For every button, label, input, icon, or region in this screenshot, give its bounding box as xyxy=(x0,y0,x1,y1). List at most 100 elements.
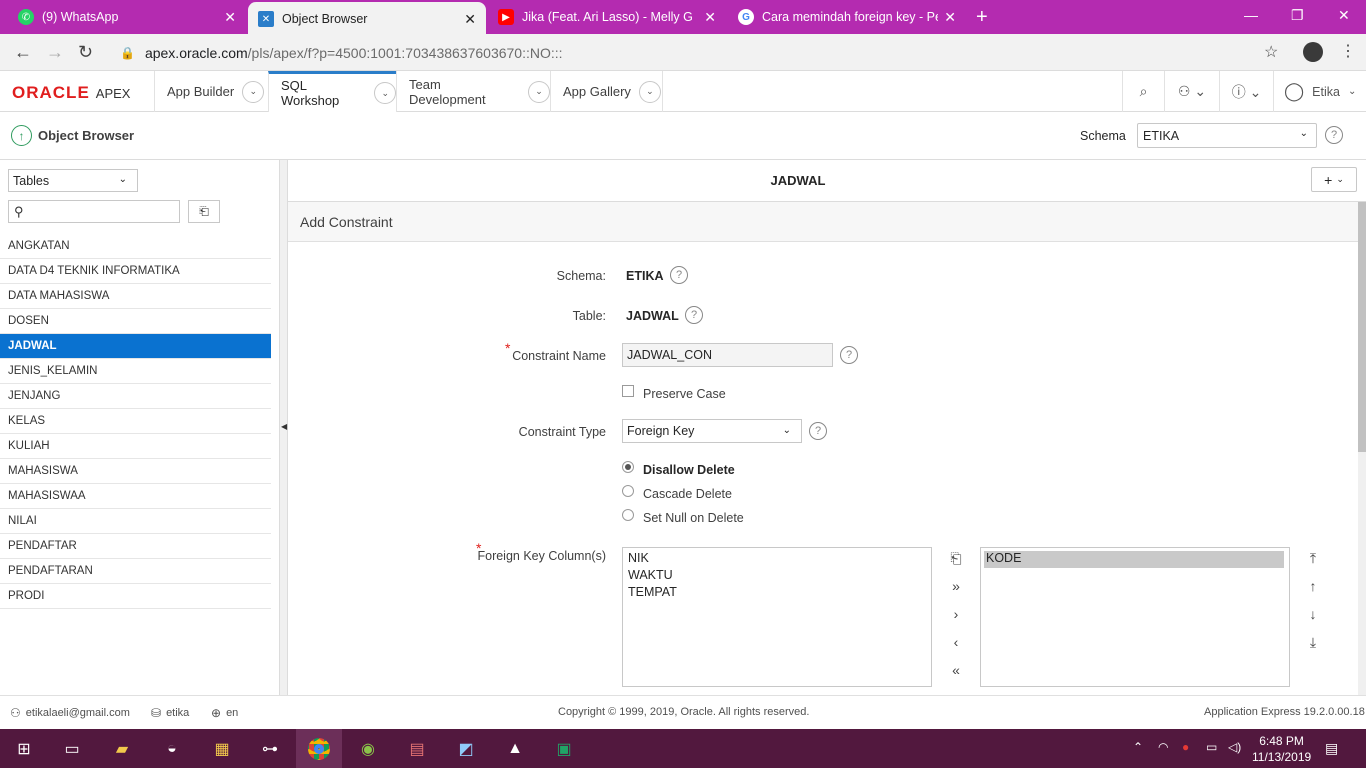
winrar-icon[interactable]: ▤ xyxy=(405,737,429,761)
volume-icon[interactable]: ◁) xyxy=(1228,740,1241,754)
selected-columns-list[interactable]: KODE xyxy=(980,547,1290,687)
help-icon[interactable]: ? xyxy=(670,266,688,284)
move-all-right-icon[interactable]: » xyxy=(946,578,966,594)
help-icon[interactable]: ? xyxy=(1325,126,1343,144)
wifi-icon[interactable]: ◠ xyxy=(1158,740,1168,754)
profile-avatar[interactable] xyxy=(1303,42,1323,62)
search-icon[interactable]: ⌕ xyxy=(1122,71,1164,112)
bookmark-star-icon[interactable]: ☆ xyxy=(1264,42,1278,62)
list-item[interactable]: PENDAFTAR xyxy=(0,534,271,559)
move-down-icon[interactable]: ↓ xyxy=(1303,606,1323,622)
help-icon[interactable]: ? xyxy=(840,346,858,364)
list-item[interactable]: MAHASISWAA xyxy=(0,484,271,509)
list-item-selected[interactable]: JADWAL xyxy=(0,334,271,359)
close-icon[interactable]: ✕ xyxy=(224,9,236,26)
footer-language[interactable]: ⊕ en xyxy=(211,706,238,720)
network-warning-icon[interactable]: ● xyxy=(1182,740,1189,754)
help-icon[interactable]: ? xyxy=(809,422,827,440)
constraint-name-field[interactable]: JADWAL_CON xyxy=(622,343,833,367)
menu-app-gallery[interactable]: App Gallery ⌄ xyxy=(550,71,663,112)
cascade-delete-radio[interactable] xyxy=(622,485,634,497)
photos-icon[interactable]: ▲ xyxy=(503,737,527,761)
up-arrow-icon[interactable]: ↑ xyxy=(11,125,32,146)
schema-select[interactable]: ETIKA ⌄ xyxy=(1137,123,1317,148)
forward-icon[interactable]: → xyxy=(46,42,64,63)
android-studio-icon[interactable]: ◉ xyxy=(356,737,380,761)
move-up-icon[interactable]: ↑ xyxy=(1303,578,1323,594)
tab-youtube[interactable]: ▶ Jika (Feat. Ari Lasso) - Melly G ✕ xyxy=(488,0,726,34)
list-item[interactable]: NIK xyxy=(628,551,926,568)
list-item[interactable]: JENJANG xyxy=(0,384,271,409)
menu-sql-workshop[interactable]: SQL Workshop ⌄ xyxy=(268,71,396,112)
battery-icon[interactable]: ▭ xyxy=(1206,740,1217,754)
move-top-icon[interactable]: ⤒ xyxy=(1303,550,1323,567)
disallow-delete-radio[interactable] xyxy=(622,461,634,473)
chevron-down-icon[interactable]: ⌄ xyxy=(638,80,661,103)
menu-app-builder[interactable]: App Builder ⌄ xyxy=(154,71,268,112)
preserve-case-checkbox[interactable] xyxy=(622,385,634,397)
move-bottom-icon[interactable]: ⤓ xyxy=(1303,634,1323,651)
admin-user-icon[interactable]: ⚇ ⌄ xyxy=(1164,71,1219,112)
file-explorer-icon[interactable]: ▰ xyxy=(110,737,134,761)
set-null-delete-radio[interactable] xyxy=(622,509,634,521)
list-item[interactable]: WAKTU xyxy=(628,568,926,585)
task-view-icon[interactable]: ▭ xyxy=(60,737,84,761)
list-item[interactable]: ANGKATAN xyxy=(0,234,271,259)
move-left-icon[interactable]: ‹ xyxy=(946,634,966,650)
available-columns-list[interactable]: NIK WAKTU TEMPAT xyxy=(622,547,932,687)
list-item[interactable]: DOSEN xyxy=(0,309,271,334)
close-icon[interactable]: ✕ xyxy=(944,9,956,26)
object-search-input[interactable]: ⚲ xyxy=(8,200,180,223)
maximize-icon[interactable]: ❐ xyxy=(1291,7,1304,24)
excel-icon[interactable]: ▣ xyxy=(552,737,576,761)
move-right-icon[interactable]: › xyxy=(946,606,966,622)
network-app-icon[interactable]: ⊶ xyxy=(258,737,282,761)
list-item[interactable]: TEMPAT xyxy=(628,585,926,602)
panel-collapse-handle[interactable]: ◀ xyxy=(280,160,288,695)
taskbar-clock[interactable]: 6:48 PM 11/13/2019 xyxy=(1252,733,1311,765)
close-icon[interactable]: ✕ xyxy=(464,11,476,28)
list-item[interactable]: KULIAH xyxy=(0,434,271,459)
create-object-button[interactable]: + ⌄ xyxy=(1311,167,1357,192)
minimize-icon[interactable]: — xyxy=(1244,7,1258,23)
reload-icon[interactable]: ↻ xyxy=(78,42,93,63)
tab-object-browser[interactable]: ✕ Object Browser ✕ xyxy=(248,2,486,36)
reset-shuttle-icon[interactable]: ⎗ xyxy=(946,550,966,567)
notifications-icon[interactable]: ▤ xyxy=(1325,740,1338,757)
list-item[interactable]: NILAI xyxy=(0,509,271,534)
eclipse-icon[interactable]: ◒ xyxy=(160,737,184,761)
chevron-up-icon[interactable]: ⌃ xyxy=(1133,740,1143,754)
list-item-selected[interactable]: KODE xyxy=(984,551,1284,568)
menu-kebab-icon[interactable]: ⋮ xyxy=(1340,41,1356,61)
object-type-select[interactable]: Tables ⌄ xyxy=(8,169,138,192)
chevron-down-icon[interactable]: ⌄ xyxy=(528,80,550,103)
chrome-icon[interactable] xyxy=(296,729,342,768)
reset-search-button[interactable]: ⎗ xyxy=(188,200,220,223)
windows-start-icon[interactable]: ⊞ xyxy=(12,737,36,761)
list-item[interactable]: MAHASISWA xyxy=(0,459,271,484)
constraint-type-select[interactable]: Foreign Key ⌄ xyxy=(622,419,802,443)
list-item[interactable]: PENDAFTARAN xyxy=(0,559,271,584)
move-all-left-icon[interactable]: « xyxy=(946,662,966,678)
help-icon[interactable]: ? xyxy=(685,306,703,324)
tab-google[interactable]: G Cara memindah foreign key - Per ✕ xyxy=(728,0,966,34)
menu-team-development[interactable]: Team Development ⌄ xyxy=(396,71,550,112)
list-item[interactable]: JENIS_KELAMIN xyxy=(0,359,271,384)
list-item[interactable]: PRODI xyxy=(0,584,271,609)
app-icon[interactable]: ▦ xyxy=(210,737,234,761)
user-menu[interactable]: ◯ Etika ⌄ xyxy=(1273,71,1366,112)
scrollbar-thumb[interactable] xyxy=(1358,202,1366,452)
close-icon[interactable]: ✕ xyxy=(704,9,716,26)
help-icon[interactable]: ⓘ ⌄ xyxy=(1219,71,1273,112)
chevron-down-icon[interactable]: ⌄ xyxy=(374,82,396,104)
list-item[interactable]: DATA D4 TEKNIK INFORMATIKA xyxy=(0,259,271,284)
new-tab-button[interactable]: + xyxy=(976,6,988,29)
notes-icon[interactable]: ◩ xyxy=(454,737,478,761)
chevron-down-icon[interactable]: ⌄ xyxy=(242,80,265,103)
scrollbar[interactable] xyxy=(1358,202,1366,695)
close-window-icon[interactable]: ✕ xyxy=(1338,7,1350,24)
back-icon[interactable]: ← xyxy=(14,42,32,63)
tab-whatsapp[interactable]: ✆ (9) WhatsApp ✕ xyxy=(8,0,246,34)
list-item[interactable]: KELAS xyxy=(0,409,271,434)
list-item[interactable]: DATA MAHASISWA xyxy=(0,284,271,309)
